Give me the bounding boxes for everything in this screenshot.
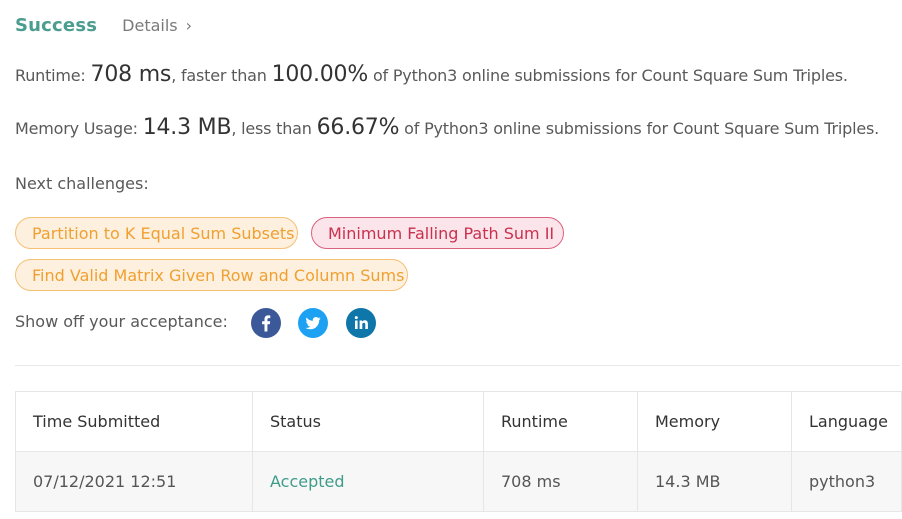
language-cell: python3 bbox=[792, 452, 902, 512]
status-cell: Accepted bbox=[253, 452, 484, 512]
success-status: Success bbox=[15, 14, 98, 36]
column-header[interactable]: Language bbox=[792, 392, 902, 452]
column-header[interactable]: Status bbox=[253, 392, 484, 452]
result-header: Success Details › bbox=[15, 12, 192, 38]
runtime-summary: Runtime: 708 ms, faster than 100.00% of … bbox=[15, 62, 848, 87]
runtime-label: Runtime: bbox=[15, 66, 91, 85]
runtime-value: 708 ms bbox=[90, 62, 172, 87]
memory-label: Memory Usage: bbox=[15, 119, 143, 138]
submissions-table: Time Submitted Status Runtime Memory Lan… bbox=[15, 391, 902, 512]
runtime-suffix: of Python3 online submissions for Count … bbox=[368, 66, 848, 85]
challenge-tag[interactable]: Partition to K Equal Sum Subsets bbox=[15, 217, 298, 249]
facebook-icon[interactable] bbox=[251, 308, 281, 338]
table-row: 07/12/2021 12:51 Accepted 708 ms 14.3 MB… bbox=[16, 452, 902, 512]
linkedin-icon[interactable] bbox=[346, 308, 376, 338]
challenge-tag[interactable]: Find Valid Matrix Given Row and Column S… bbox=[15, 259, 408, 291]
twitter-icon[interactable] bbox=[298, 308, 328, 338]
next-challenges-label: Next challenges: bbox=[15, 174, 149, 193]
memory-cell: 14.3 MB bbox=[638, 452, 792, 512]
column-header[interactable]: Memory bbox=[638, 392, 792, 452]
memory-percent: 66.67% bbox=[316, 115, 400, 140]
chevron-right-icon: › bbox=[185, 15, 193, 35]
memory-summary: Memory Usage: 14.3 MB, less than 66.67% … bbox=[15, 115, 879, 140]
runtime-percent: 100.00% bbox=[271, 62, 369, 87]
table-header-row: Time Submitted Status Runtime Memory Lan… bbox=[16, 392, 902, 452]
runtime-cell: 708 ms bbox=[484, 452, 638, 512]
column-header[interactable]: Runtime bbox=[484, 392, 638, 452]
divider bbox=[15, 365, 900, 366]
memory-suffix: of Python3 online submissions for Count … bbox=[399, 119, 880, 138]
memory-value: 14.3 MB bbox=[142, 115, 232, 140]
column-header[interactable]: Time Submitted bbox=[16, 392, 253, 452]
runtime-mid: , faster than bbox=[171, 66, 272, 85]
time-submitted-cell: 07/12/2021 12:51 bbox=[16, 452, 253, 512]
share-label: Show off your acceptance: bbox=[15, 312, 228, 331]
accepted-link[interactable]: Accepted bbox=[270, 472, 345, 491]
challenge-tag[interactable]: Minimum Falling Path Sum II bbox=[311, 217, 564, 249]
details-label: Details bbox=[122, 15, 178, 35]
details-link[interactable]: Details › bbox=[122, 16, 192, 35]
memory-mid: , less than bbox=[231, 119, 317, 138]
